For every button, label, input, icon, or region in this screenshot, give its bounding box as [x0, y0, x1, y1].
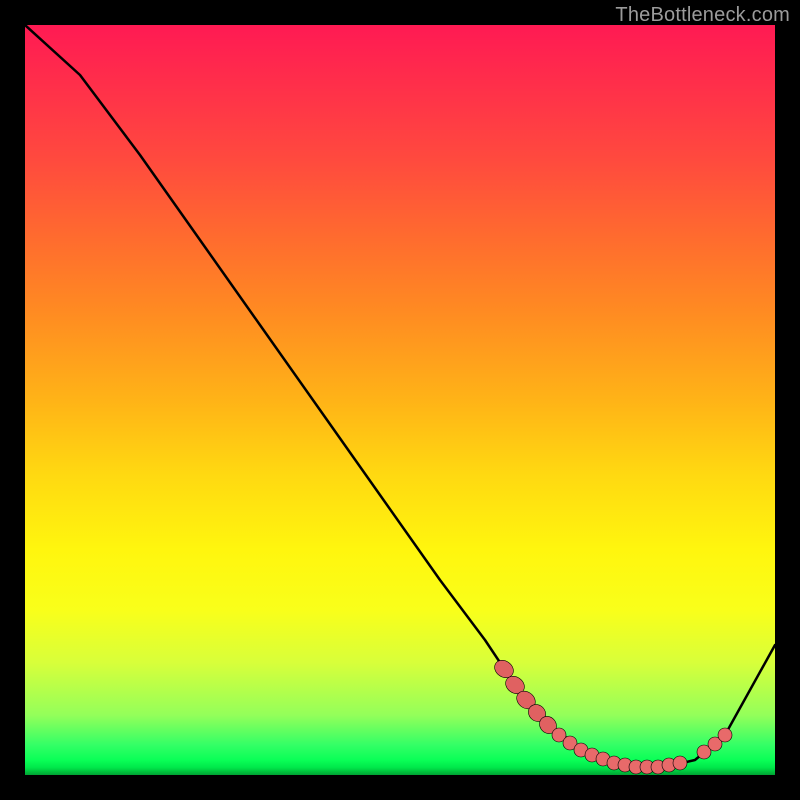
watermark-text: TheBottleneck.com [615, 4, 790, 27]
chart-overlay [25, 25, 775, 775]
outer-frame: TheBottleneck.com [0, 0, 800, 800]
gradient-plot-area [25, 25, 775, 775]
bottleneck-curve [25, 25, 775, 767]
highlight-beads [491, 657, 732, 774]
